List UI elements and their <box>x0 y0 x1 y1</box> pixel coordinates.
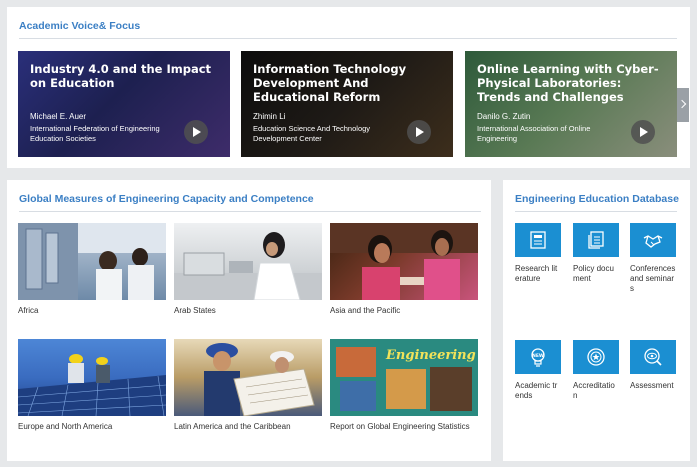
card-author: Danilo G. Zutin <box>477 112 531 121</box>
play-icon[interactable] <box>184 120 208 144</box>
section-divider <box>19 38 677 39</box>
thumbnail-arab-states[interactable] <box>174 223 322 300</box>
eye-icon <box>644 348 662 366</box>
thumbnail-label[interactable]: Arab States <box>174 306 216 316</box>
card-organization: Education Science And Technology Develop… <box>253 124 371 143</box>
thumbnail-label[interactable]: Latin America and the Caribbean <box>174 422 291 432</box>
academic-card[interactable]: Information Technology Development And E… <box>241 51 453 157</box>
thumbnail-label[interactable]: Report on Global Engineering Statistics <box>330 422 470 432</box>
svg-text:NEW: NEW <box>532 353 544 359</box>
conferences-seminars-button[interactable] <box>630 223 676 257</box>
card-title: Information Technology Development And E… <box>253 62 407 104</box>
card-title: Industry 4.0 and the Impact on Education <box>30 62 212 90</box>
play-icon[interactable] <box>407 120 431 144</box>
global-measures-title: Global Measures of Engineering Capacity … <box>19 193 314 205</box>
carousel-next-button[interactable] <box>677 88 689 122</box>
education-database-panel: Engineering Education Database Research … <box>503 180 690 461</box>
academic-card[interactable]: Online Learning with Cyber-Physical Labo… <box>465 51 677 157</box>
thumbnail-africa[interactable] <box>18 223 166 300</box>
thumbnail-label[interactable]: Europe and North America <box>18 422 112 432</box>
thumbnail-report-statistics[interactable]: Engineering <box>330 339 478 416</box>
thumbnail-europe-north-america[interactable] <box>18 339 166 416</box>
thumbnail-label[interactable]: Africa <box>18 306 38 316</box>
lightbulb-icon: NEW <box>531 348 545 367</box>
card-organization: International Federation of Engineering … <box>30 124 160 143</box>
accreditation-button[interactable] <box>573 340 619 374</box>
database-label[interactable]: Assessment <box>630 381 676 391</box>
academic-trends-button[interactable]: NEW <box>515 340 561 374</box>
database-label[interactable]: Research literature <box>515 264 561 284</box>
section-divider <box>19 211 481 212</box>
card-organization: International Association of Online Engi… <box>477 124 591 143</box>
card-title: Online Learning with Cyber-Physical Labo… <box>477 62 659 104</box>
academic-voice-title: Academic Voice& Focus <box>19 20 141 32</box>
database-label[interactable]: Conferences and seminars <box>630 264 676 294</box>
education-database-title: Engineering Education Database <box>515 193 679 205</box>
global-measures-panel: Global Measures of Engineering Capacity … <box>7 180 491 461</box>
database-label[interactable]: Academic trends <box>515 381 561 401</box>
play-icon[interactable] <box>631 120 655 144</box>
database-label[interactable]: Policy document <box>573 264 619 284</box>
card-author: Michael E. Auer <box>30 112 87 121</box>
document-icon <box>530 231 546 249</box>
database-label[interactable]: Accreditation <box>573 381 619 401</box>
thumbnail-latin-america-caribbean[interactable] <box>174 339 322 416</box>
badge-icon <box>587 348 605 366</box>
lab-photo-icon <box>18 223 166 300</box>
handshake-icon <box>643 235 663 248</box>
academic-card[interactable]: Industry 4.0 and the Impact on Education… <box>18 51 230 157</box>
academic-voice-panel: Academic Voice& Focus Industry 4.0 and t… <box>7 7 690 168</box>
svg-text:Engineering: Engineering <box>385 348 476 363</box>
policy-document-button[interactable] <box>573 223 619 257</box>
thumbnail-asia-pacific[interactable] <box>330 223 478 300</box>
section-divider <box>515 211 677 212</box>
research-literature-button[interactable] <box>515 223 561 257</box>
card-author: Zhimin Li <box>253 112 286 121</box>
files-icon <box>588 231 604 249</box>
assessment-button[interactable] <box>630 340 676 374</box>
thumbnail-label[interactable]: Asia and the Pacific <box>330 306 400 316</box>
